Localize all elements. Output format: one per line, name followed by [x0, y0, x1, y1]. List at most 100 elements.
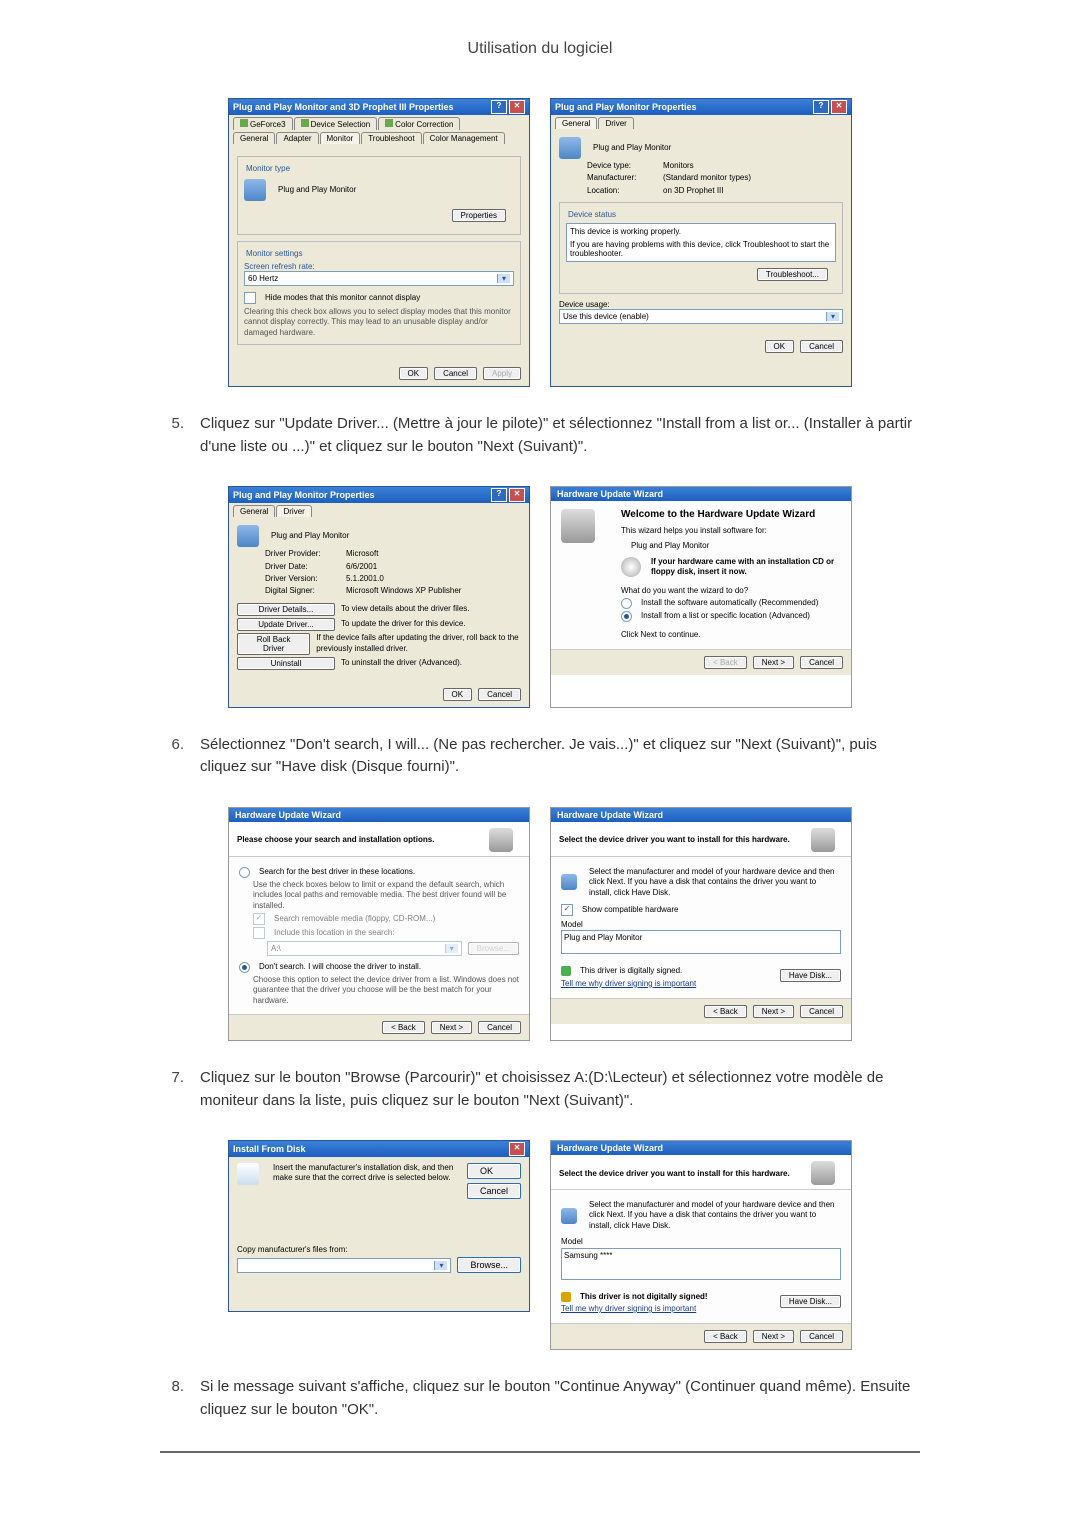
radio-auto[interactable]	[621, 598, 632, 609]
hide-modes-label: Hide modes that this monitor cannot disp…	[265, 293, 420, 303]
titlebar-text: Install From Disk	[233, 1144, 507, 1154]
monitor-type-legend: Monitor type	[244, 164, 292, 173]
ok-button[interactable]: OK	[765, 340, 795, 353]
figure-row-3: Hardware Update Wizard Please choose you…	[160, 807, 920, 1041]
signing-link[interactable]: Tell me why driver signing is important	[561, 979, 696, 988]
radio-dont-search-label: Don't search. I will choose the driver t…	[259, 962, 421, 972]
next-button[interactable]: Next >	[753, 656, 794, 669]
device-status-legend: Device status	[566, 210, 618, 219]
radio-search-label: Search for the best driver in these loca…	[259, 867, 415, 877]
step-number: 8.	[160, 1378, 184, 1395]
tab-general[interactable]: General	[233, 505, 275, 517]
manufacturer-label: Manufacturer:	[587, 173, 657, 183]
model-listbox[interactable]: Plug and Play Monitor	[561, 930, 841, 954]
tab-driver[interactable]: Driver	[598, 117, 633, 129]
show-compat-checkbox[interactable]	[561, 904, 573, 916]
properties-button[interactable]: Properties	[452, 209, 506, 222]
model-heading: Model	[561, 920, 841, 930]
refresh-rate-select[interactable]: 60 Hertz ▾	[244, 271, 514, 286]
device-usage-label: Device usage:	[559, 300, 843, 309]
cancel-button[interactable]: Cancel	[800, 1330, 843, 1343]
version-label: Driver Version:	[265, 574, 340, 584]
model-item[interactable]: Samsung ****	[564, 1251, 612, 1260]
cancel-button[interactable]: Cancel	[434, 367, 477, 380]
update-driver-button[interactable]: Update Driver...	[237, 618, 335, 631]
signing-link[interactable]: Tell me why driver signing is important	[561, 1304, 708, 1313]
back-button[interactable]: < Back	[382, 1021, 425, 1034]
radio-dont-search[interactable]	[239, 962, 250, 973]
help-icon[interactable]: ?	[813, 100, 829, 114]
copy-path-select[interactable]: ▾	[237, 1258, 451, 1273]
model-heading: Model	[561, 1237, 841, 1247]
uninstall-button[interactable]: Uninstall	[237, 657, 335, 670]
browse-button[interactable]: Browse...	[457, 1257, 521, 1273]
monitor-settings-legend: Monitor settings	[244, 249, 304, 258]
cancel-button[interactable]: Cancel	[800, 1005, 843, 1018]
tab-troubleshoot[interactable]: Troubleshoot	[361, 132, 421, 144]
step-8-text: Si le message suivant s'affiche, cliquez…	[200, 1376, 920, 1421]
cancel-button[interactable]: Cancel	[478, 688, 521, 701]
device-usage-value: Use this device (enable)	[563, 312, 649, 321]
date-label: Driver Date:	[265, 562, 340, 572]
warning-icon	[561, 1292, 571, 1302]
model-listbox[interactable]: Samsung ****	[561, 1248, 841, 1280]
back-button[interactable]: < Back	[704, 1330, 747, 1343]
wizard-icon	[811, 828, 835, 852]
next-button[interactable]: Next >	[753, 1005, 794, 1018]
shield-icon	[561, 966, 571, 976]
radio-search[interactable]	[239, 867, 250, 878]
help-icon[interactable]: ?	[491, 488, 507, 502]
have-disk-button[interactable]: Have Disk...	[780, 969, 841, 982]
ok-button[interactable]: OK	[467, 1163, 521, 1179]
hide-modes-checkbox[interactable]	[244, 292, 256, 304]
tab-color-correction[interactable]: Color Correction	[378, 117, 460, 130]
model-item[interactable]: Plug and Play Monitor	[564, 933, 642, 942]
next-button[interactable]: Next >	[753, 1330, 794, 1343]
browse-button[interactable]: Browse...	[468, 942, 519, 955]
driver-details-button[interactable]: Driver Details...	[237, 603, 335, 616]
troubleshoot-button[interactable]: Troubleshoot...	[757, 268, 828, 281]
cancel-button[interactable]: Cancel	[467, 1183, 521, 1199]
wizard-subheading: Select the device driver you want to ins…	[559, 1169, 811, 1178]
cancel-button[interactable]: Cancel	[478, 1021, 521, 1034]
location-path-value: A:\	[271, 944, 281, 953]
tab-geforce3[interactable]: GeForce3	[233, 117, 293, 130]
wizard-icon	[811, 1161, 835, 1185]
wizard-welcome-heading: Welcome to the Hardware Update Wizard	[621, 509, 841, 520]
figure-row-1: Plug and Play Monitor and 3D Prophet III…	[160, 98, 920, 387]
roll-back-button[interactable]: Roll Back Driver	[237, 633, 310, 655]
ok-button[interactable]: OK	[443, 688, 473, 701]
checkbox-location[interactable]	[253, 927, 265, 939]
cancel-button[interactable]: Cancel	[800, 656, 843, 669]
tab-color-management[interactable]: Color Management	[423, 132, 505, 144]
help-icon[interactable]: ?	[491, 100, 507, 114]
status-help: If you are having problems with this dev…	[570, 240, 832, 258]
tab-general[interactable]: General	[555, 117, 597, 129]
dialog-wizard-select-driver: Hardware Update Wizard Select the device…	[550, 807, 852, 1041]
device-usage-select[interactable]: Use this device (enable) ▾	[559, 309, 843, 324]
have-disk-button[interactable]: Have Disk...	[780, 1295, 841, 1308]
tab-device-selection[interactable]: Device Selection	[294, 117, 378, 130]
close-icon[interactable]: ✕	[509, 100, 525, 114]
close-icon[interactable]: ✕	[831, 100, 847, 114]
back-button[interactable]: < Back	[704, 1005, 747, 1018]
tab-adapter[interactable]: Adapter	[276, 132, 318, 144]
location-label: Location:	[587, 186, 657, 196]
cancel-button[interactable]: Cancel	[800, 340, 843, 353]
apply-button[interactable]: Apply	[483, 367, 521, 380]
tab-general[interactable]: General	[233, 132, 275, 144]
ok-button[interactable]: OK	[399, 367, 429, 380]
tab-driver[interactable]: Driver	[276, 505, 311, 517]
back-button[interactable]: < Back	[704, 656, 747, 669]
tab-monitor[interactable]: Monitor	[320, 132, 361, 144]
signer-value: Microsoft Windows XP Publisher	[346, 586, 461, 596]
close-icon[interactable]: ✕	[509, 1142, 525, 1156]
close-icon[interactable]: ✕	[509, 488, 525, 502]
provider-label: Driver Provider:	[265, 549, 340, 559]
location-path-select[interactable]: A:\ ▾	[267, 941, 462, 956]
figure-row-4: Install From Disk ✕ Insert the manufactu…	[160, 1140, 920, 1350]
checkbox-removable[interactable]	[253, 913, 265, 925]
radio-list[interactable]	[621, 611, 632, 622]
device-type-value: Monitors	[663, 161, 694, 171]
next-button[interactable]: Next >	[431, 1021, 472, 1034]
